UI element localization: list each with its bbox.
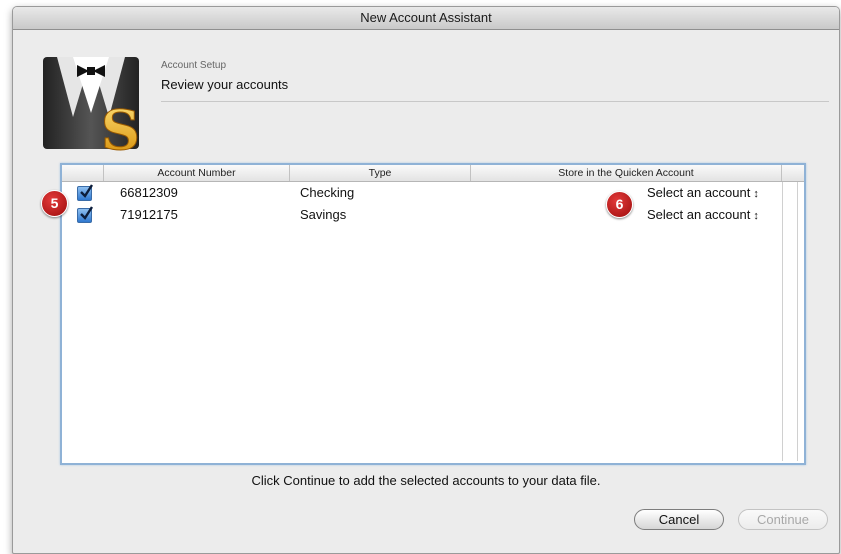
table-row[interactable]: 71912175 Savings Select an account ↕ — [62, 205, 804, 226]
store-in-select-label: Select an account — [647, 207, 751, 222]
account-number-cell: 66812309 — [120, 185, 178, 200]
cancel-button[interactable]: Cancel — [634, 509, 724, 530]
table-header: Account Number Type Store in the Quicken… — [62, 165, 804, 182]
header-divider — [161, 101, 829, 102]
up-down-arrows-icon: ↕ — [753, 188, 759, 200]
instruction-text: Click Continue to add the selected accou… — [251, 473, 601, 488]
assistant-window: New Account Assistant S Account Setup Re… — [12, 6, 840, 554]
scrollbar-track[interactable] — [797, 182, 798, 461]
column-header-account-number[interactable]: Account Number — [104, 165, 290, 181]
store-in-select-label: Select an account — [647, 185, 751, 200]
checkmark-icon — [80, 184, 94, 198]
account-checkbox[interactable] — [77, 206, 94, 223]
callout-badge-5: 5 — [41, 190, 68, 217]
store-in-account-select[interactable]: Select an account ↕ — [647, 207, 759, 224]
account-number-cell: 71912175 — [120, 207, 178, 222]
up-down-arrows-icon: ↕ — [753, 210, 759, 222]
account-checkbox[interactable] — [77, 184, 94, 201]
account-type-cell: Savings — [300, 207, 347, 222]
continue-button[interactable]: Continue — [738, 509, 828, 530]
account-type-cell: Checking — [300, 185, 355, 200]
table-row[interactable]: 66812309 Checking Select an account ↕ — [62, 183, 804, 204]
checkmark-icon — [80, 206, 94, 220]
column-header-store-in[interactable]: Store in the Quicken Account — [471, 165, 782, 181]
callout-badge-6: 6 — [606, 191, 633, 218]
accounts-table: Account Number Type Store in the Quicken… — [60, 163, 806, 465]
tuxedo-dollar-icon: S — [43, 57, 143, 163]
column-header-checkbox[interactable] — [62, 165, 104, 181]
column-divider — [782, 182, 783, 461]
column-header-type[interactable]: Type — [290, 165, 471, 181]
store-in-account-select[interactable]: Select an account ↕ — [647, 185, 759, 202]
window-title: New Account Assistant — [13, 7, 839, 30]
section-label: Account Setup — [161, 60, 227, 71]
svg-text:S: S — [101, 98, 140, 155]
section-title: Review your accounts — [161, 77, 289, 92]
